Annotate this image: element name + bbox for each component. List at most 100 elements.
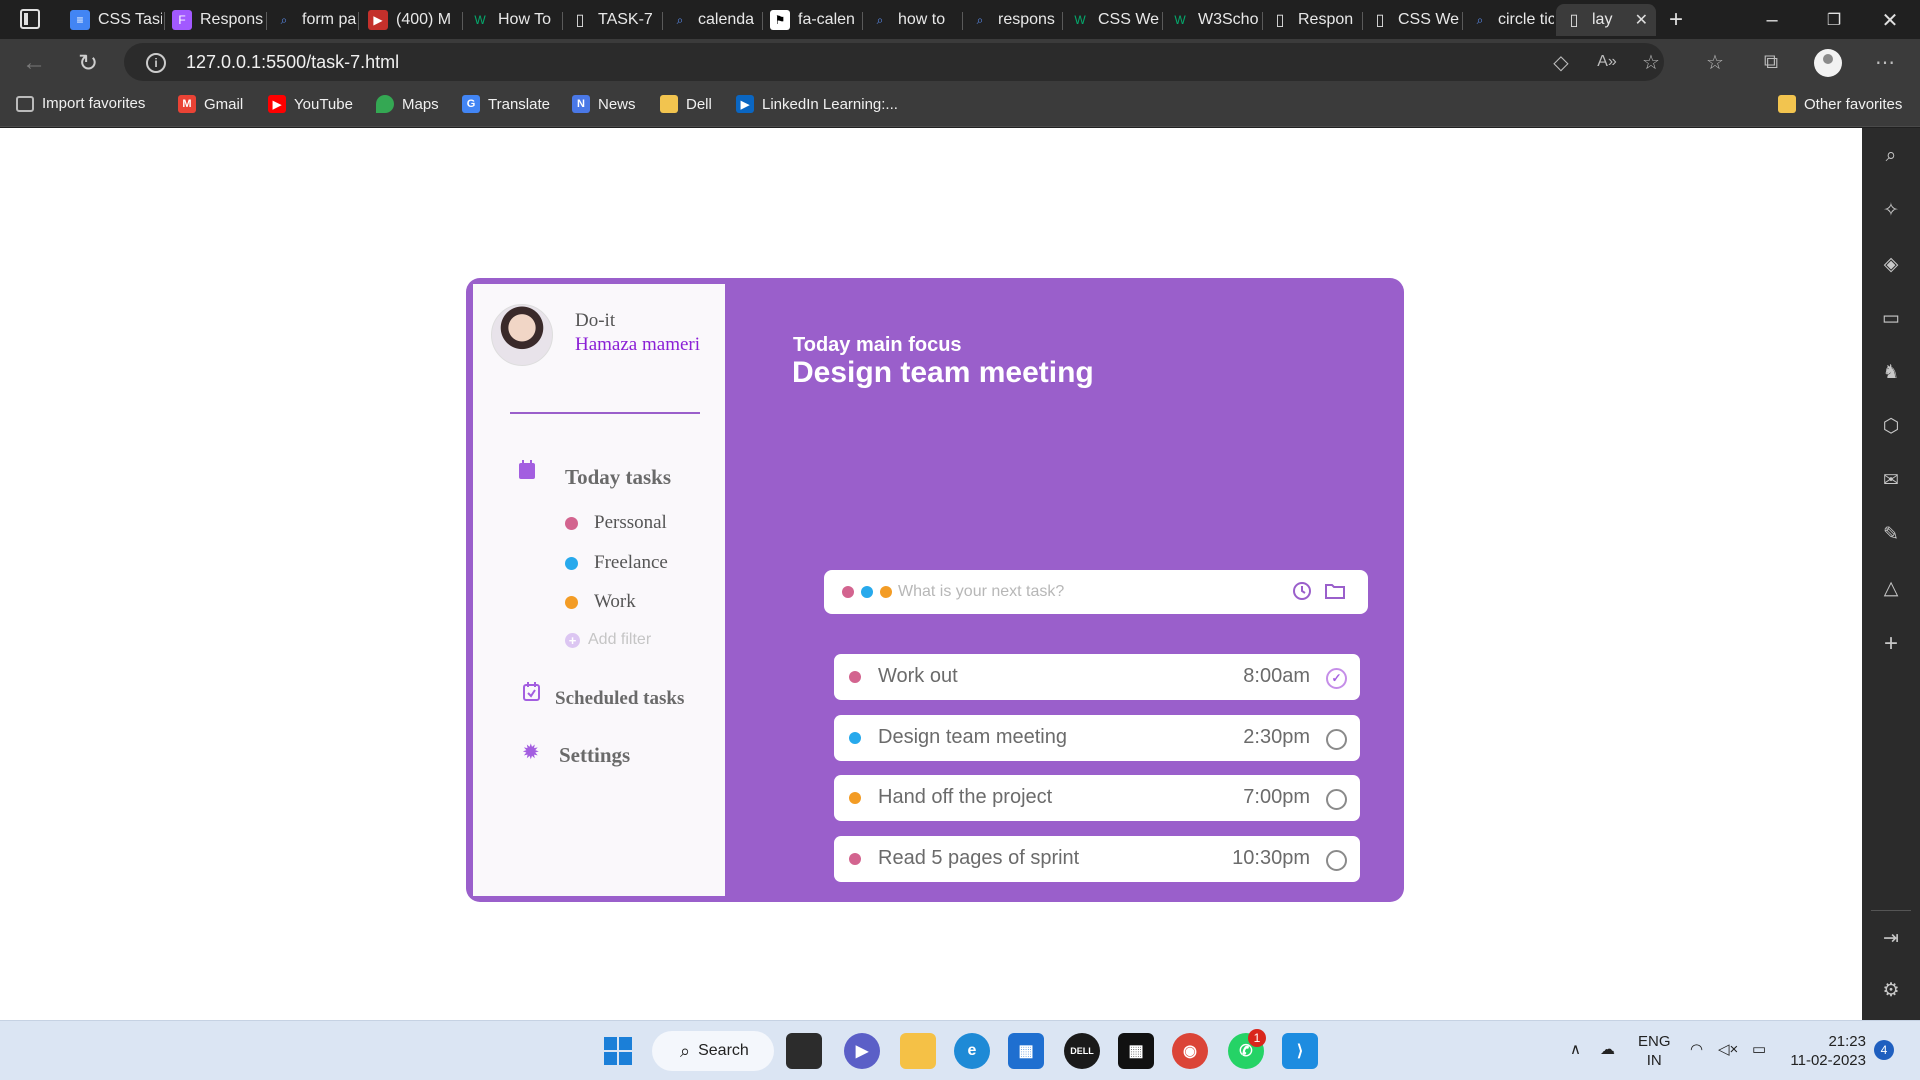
clock-icon[interactable] bbox=[1292, 581, 1314, 603]
tab[interactable]: W How To bbox=[462, 4, 562, 36]
search-icon: ⌕ bbox=[680, 1040, 691, 1061]
app-available-icon[interactable]: ◇ bbox=[1548, 49, 1574, 75]
favorite-translate[interactable]: G Translate bbox=[462, 95, 550, 113]
task-item[interactable]: Read 5 pages of sprint 10:30pm bbox=[834, 836, 1360, 882]
category-freelance[interactable]: Freelance bbox=[565, 552, 668, 574]
task-name: Work out bbox=[878, 665, 958, 687]
chrome-icon[interactable]: ◉ bbox=[1172, 1033, 1208, 1069]
close-window-button[interactable]: ✕ bbox=[1870, 6, 1910, 34]
tab[interactable]: W CSS We bbox=[1062, 4, 1162, 36]
tab[interactable]: F Respons bbox=[164, 4, 264, 36]
profile-icon[interactable] bbox=[1814, 49, 1842, 77]
favorite-gmail[interactable]: M Gmail bbox=[178, 95, 243, 113]
color-dot[interactable] bbox=[842, 586, 854, 598]
drop-icon[interactable]: ✎ bbox=[1879, 522, 1903, 546]
nav-scheduled-tasks[interactable]: Scheduled tasks bbox=[555, 688, 684, 710]
wifi-icon[interactable]: ◠ bbox=[1690, 1040, 1703, 1059]
tab[interactable]: ▯ TASK-7 bbox=[562, 4, 662, 36]
favorite-youtube[interactable]: ▶ YouTube bbox=[268, 95, 353, 113]
file-explorer-icon[interactable] bbox=[900, 1033, 936, 1069]
minimize-button[interactable]: – bbox=[1752, 6, 1792, 34]
tab[interactable]: ⌕ form pa bbox=[266, 4, 358, 36]
restore-button[interactable]: ❐ bbox=[1814, 6, 1854, 34]
nav-today-tasks[interactable]: Today tasks bbox=[565, 465, 671, 490]
favorite-maps[interactable]: Maps bbox=[376, 95, 439, 113]
onedrive-icon[interactable]: ☁ bbox=[1600, 1040, 1615, 1059]
close-tab-icon[interactable]: ✕ bbox=[1635, 10, 1648, 30]
nav-settings[interactable]: Settings bbox=[559, 743, 630, 768]
clock[interactable]: 21:23 11-02-2023 bbox=[1790, 1032, 1866, 1070]
tab[interactable]: ⌕ calenda bbox=[662, 4, 762, 36]
new-task-input[interactable] bbox=[898, 580, 1278, 604]
language-indicator[interactable]: ENG IN bbox=[1638, 1032, 1671, 1070]
tools-icon[interactable]: ▭ bbox=[1879, 306, 1903, 330]
favorite-import[interactable]: Import favorites bbox=[16, 95, 145, 112]
more-menu-icon[interactable]: ⋯ bbox=[1872, 49, 1898, 75]
edge-icon[interactable]: e bbox=[954, 1033, 990, 1069]
task-checkbox[interactable] bbox=[1326, 729, 1347, 750]
tab[interactable]: ⚑ fa-calen bbox=[762, 4, 862, 36]
favorite-linkedin-learning[interactable]: ▶ LinkedIn Learning:... bbox=[736, 95, 898, 113]
collections-icon[interactable]: ⧉ bbox=[1758, 49, 1784, 75]
task-checked-icon[interactable]: ✓ bbox=[1326, 668, 1347, 689]
games-icon[interactable]: ♞ bbox=[1879, 360, 1903, 384]
add-favorite-icon[interactable]: ☆ bbox=[1638, 49, 1664, 75]
teams-chat-icon[interactable]: ▶ bbox=[844, 1033, 880, 1069]
page-icon: ▯ bbox=[1569, 12, 1579, 29]
search-icon[interactable]: ⌕ bbox=[1879, 144, 1903, 168]
shopping-tag-icon[interactable]: ◈ bbox=[1879, 252, 1903, 276]
office-icon[interactable]: ⬡ bbox=[1879, 414, 1903, 438]
favorite-label: Translate bbox=[488, 95, 550, 113]
tab[interactable]: ▯ Respon bbox=[1262, 4, 1362, 36]
w3schools-icon: W bbox=[1174, 13, 1186, 27]
sidebar-settings-icon[interactable]: ⚙ bbox=[1879, 978, 1903, 1002]
store-icon[interactable]: ▦ bbox=[1008, 1033, 1044, 1069]
refresh-button[interactable]: ↻ bbox=[72, 47, 104, 79]
tab-active[interactable]: ▯ lay ✕ bbox=[1556, 4, 1656, 36]
tab[interactable]: ▯ CSS We bbox=[1362, 4, 1462, 36]
back-button[interactable]: ← bbox=[18, 47, 50, 79]
task-item[interactable]: Design team meeting 2:30pm bbox=[834, 715, 1360, 761]
media-app-icon[interactable]: ▦ bbox=[1118, 1033, 1154, 1069]
url-text[interactable]: 127.0.0.1:5500/task-7.html bbox=[186, 52, 399, 73]
notification-count[interactable]: 4 bbox=[1874, 1040, 1894, 1060]
tab[interactable]: ⌕ how to bbox=[862, 4, 962, 36]
tab[interactable]: W W3Scho bbox=[1162, 4, 1262, 36]
volume-muted-icon[interactable]: ◁× bbox=[1718, 1040, 1738, 1059]
hide-sidebar-icon[interactable]: ⇥ bbox=[1879, 926, 1903, 950]
folder-icon[interactable] bbox=[1324, 581, 1346, 603]
tab[interactable]: ▶ (400) M bbox=[360, 4, 460, 36]
dell-icon[interactable]: DELL bbox=[1064, 1033, 1100, 1069]
notification-bell-icon[interactable]: △ bbox=[1879, 576, 1903, 600]
favorite-news[interactable]: N News bbox=[572, 95, 636, 113]
color-dot[interactable] bbox=[880, 586, 892, 598]
vscode-icon[interactable]: ⟩ bbox=[1282, 1033, 1318, 1069]
taskbar-search[interactable]: ⌕ Search bbox=[652, 1031, 774, 1071]
task-item[interactable]: Work out 8:00am ✓ bbox=[834, 654, 1360, 700]
favorites-icon[interactable]: ☆ bbox=[1702, 49, 1728, 75]
address-bar[interactable]: i 127.0.0.1:5500/task-7.html bbox=[124, 43, 1664, 81]
battery-icon[interactable]: ▭ bbox=[1752, 1040, 1766, 1059]
add-icon[interactable]: + bbox=[1879, 630, 1903, 657]
show-hidden-icons[interactable]: ∧ bbox=[1570, 1040, 1581, 1059]
color-dot[interactable] bbox=[861, 586, 873, 598]
favorite-dell[interactable]: Dell bbox=[660, 95, 712, 113]
tab-actions-icon[interactable] bbox=[20, 9, 40, 29]
task-view-icon[interactable] bbox=[786, 1033, 822, 1069]
tab[interactable]: ≡ CSS Tasi bbox=[62, 4, 162, 36]
task-checkbox[interactable] bbox=[1326, 789, 1347, 810]
discover-icon[interactable]: ✧ bbox=[1879, 198, 1903, 222]
category-work[interactable]: Work bbox=[565, 591, 636, 613]
read-aloud-icon[interactable]: A» bbox=[1594, 49, 1620, 75]
task-item[interactable]: Hand off the project 7:00pm bbox=[834, 775, 1360, 821]
tab[interactable]: ⌕ respons bbox=[962, 4, 1062, 36]
new-tab-button[interactable]: + bbox=[1656, 6, 1696, 34]
category-personal[interactable]: Perssonal bbox=[565, 512, 667, 534]
windows-start-icon[interactable] bbox=[600, 1033, 636, 1069]
task-checkbox[interactable] bbox=[1326, 850, 1347, 871]
info-icon[interactable]: i bbox=[146, 53, 166, 73]
other-favorites[interactable]: Other favorites bbox=[1778, 95, 1902, 113]
add-filter-button[interactable]: + Add filter bbox=[565, 631, 651, 649]
tab[interactable]: ⌕ circle tic bbox=[1462, 4, 1554, 36]
outlook-icon[interactable]: ✉ bbox=[1879, 468, 1903, 492]
